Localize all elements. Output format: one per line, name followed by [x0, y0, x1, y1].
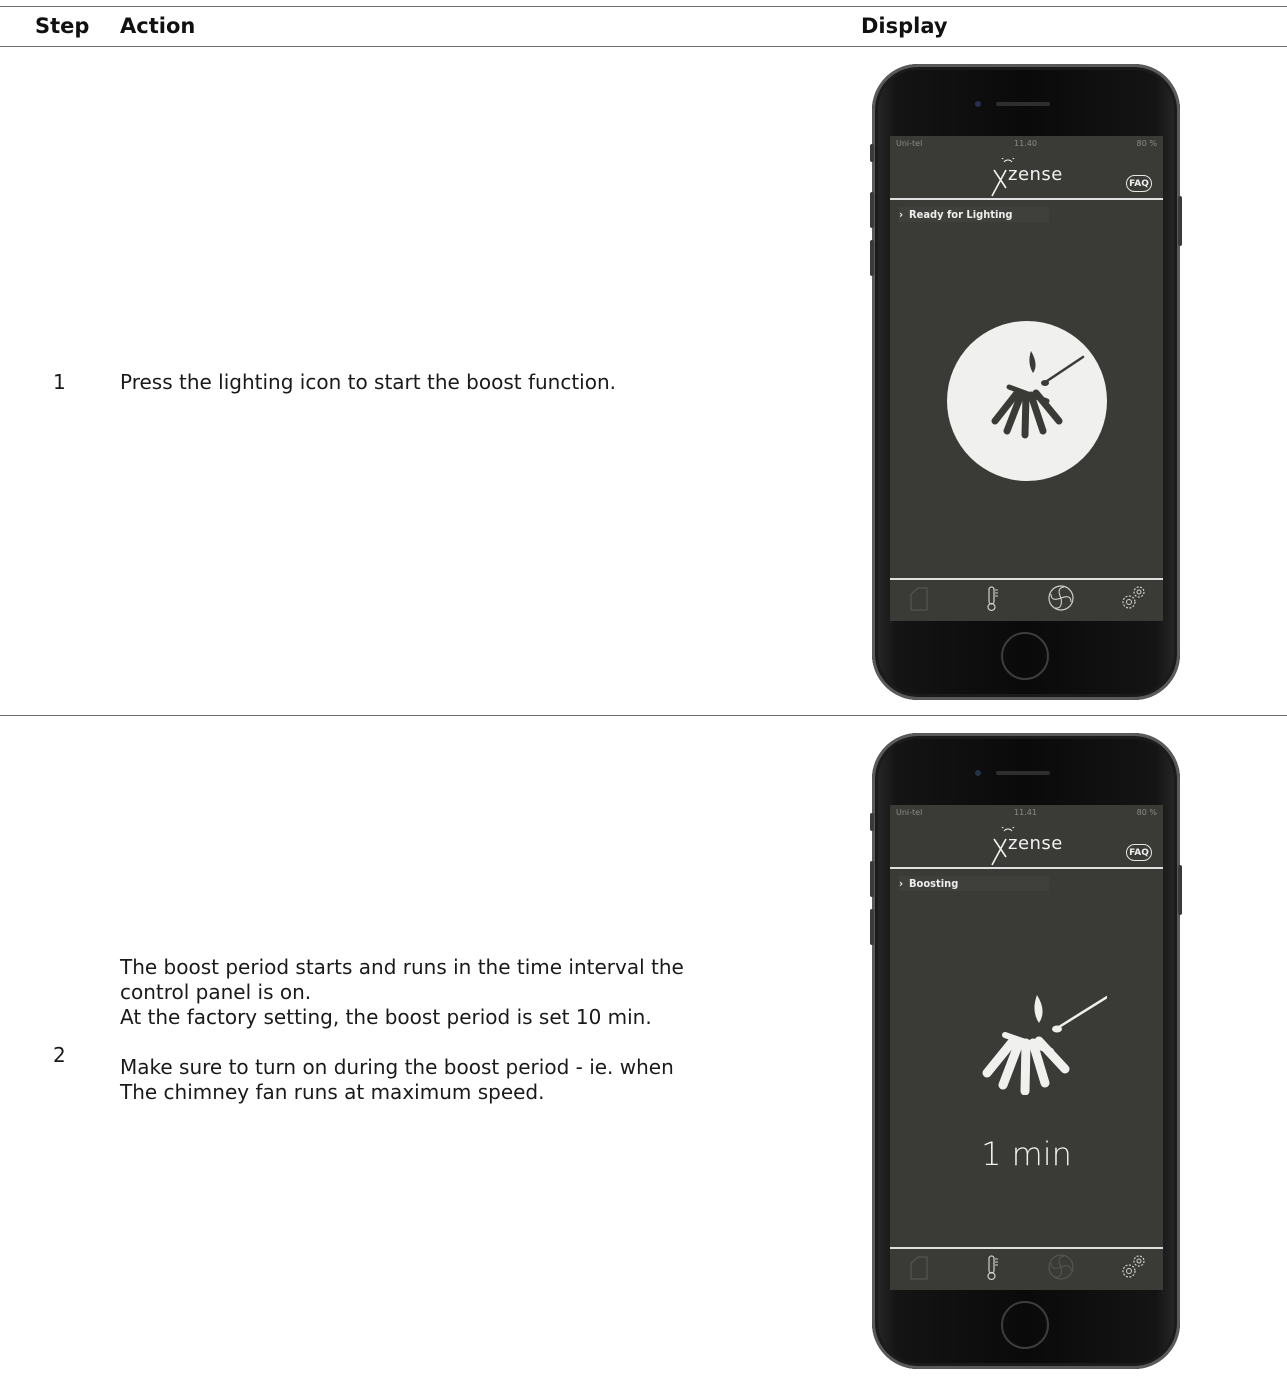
speaker — [996, 771, 1050, 775]
action-line: The boost period starts and runs in the … — [120, 955, 684, 979]
tab-settings[interactable] — [1118, 1251, 1148, 1283]
chevron-right-icon: › — [899, 877, 904, 890]
tab-fan[interactable] — [1046, 582, 1076, 614]
tab-temperature[interactable] — [978, 1251, 1008, 1283]
status-message-text: Boosting — [909, 877, 959, 890]
fan-icon — [1048, 1254, 1074, 1280]
thermometer-icon — [987, 586, 998, 612]
tab-settings[interactable] — [1118, 582, 1148, 614]
lighting-button[interactable] — [947, 321, 1107, 481]
status-bar: Uni-tel 11.41 80 % — [890, 805, 1163, 821]
header-action: Action — [120, 14, 196, 38]
header-display: Display — [861, 14, 948, 38]
action-line: The chimney fan runs at maximum speed. — [120, 1080, 545, 1104]
battery-label: 80 % — [1136, 139, 1157, 148]
home-button[interactable] — [1001, 632, 1049, 680]
phone-frame-2: Uni-tel 11.41 80 % zense FAQ › Boosting — [870, 733, 1182, 1369]
step-number-2: 2 — [53, 1043, 66, 1067]
tab-temperature[interactable] — [978, 582, 1008, 614]
volume-up — [870, 861, 874, 897]
step-number-1: 1 — [53, 370, 66, 394]
battery-label: 80 % — [1136, 808, 1157, 817]
home-icon — [910, 1256, 928, 1280]
phone-frame-1: Uni-tel 11.40 80 % zense FAQ › Ready for … — [870, 64, 1182, 700]
action-line: control panel is on. — [120, 980, 312, 1004]
boosting-fire-graphic — [947, 955, 1107, 1095]
power-button — [1178, 865, 1182, 915]
faq-button[interactable]: FAQ — [1126, 175, 1152, 192]
boost-timer: 1 min — [981, 1135, 1072, 1173]
power-button — [1178, 196, 1182, 246]
fire-lighting-icon — [982, 995, 1107, 1095]
volume-down — [870, 909, 874, 945]
status-message-text: Ready for Lighting — [909, 208, 1013, 221]
logo-text: zense — [1008, 164, 1063, 185]
speaker — [996, 102, 1050, 106]
header-step: Step — [35, 14, 90, 38]
tabbar-divider — [890, 578, 1163, 580]
xzense-logo: zense — [990, 824, 1070, 867]
status-message: › Ready for Lighting — [899, 207, 1049, 222]
clock: 11.40 — [1014, 139, 1037, 148]
volume-up — [870, 192, 874, 228]
status-bar: Uni-tel 11.40 80 % — [890, 136, 1163, 152]
clock: 11.41 — [1014, 808, 1037, 817]
chevron-right-icon: › — [899, 208, 904, 221]
logo-text: zense — [1008, 833, 1063, 854]
fire-lighting-icon — [991, 351, 1085, 439]
header-divider — [890, 198, 1163, 200]
home-icon — [910, 587, 928, 611]
camera — [975, 770, 981, 776]
tab-fan[interactable] — [1046, 1251, 1076, 1283]
action-text-2: The boost period starts and runs in the … — [120, 955, 720, 1105]
side-button — [870, 144, 874, 162]
action-line: At the factory setting, the boost period… — [120, 1005, 652, 1029]
xzense-logo: zense — [990, 155, 1070, 198]
app-screen: Uni-tel 11.41 80 % zense FAQ › Boosting — [890, 805, 1163, 1290]
volume-down — [870, 240, 874, 276]
side-button — [870, 813, 874, 831]
camera — [975, 101, 981, 107]
status-message: › Boosting — [899, 876, 1049, 891]
action-text-1: Press the lighting icon to start the boo… — [120, 370, 720, 395]
header-divider — [890, 867, 1163, 869]
action-line: Press the lighting icon to start the boo… — [120, 370, 617, 394]
app-screen: Uni-tel 11.40 80 % zense FAQ › Ready for … — [890, 136, 1163, 621]
faq-button[interactable]: FAQ — [1126, 844, 1152, 861]
header-rule — [0, 46, 1287, 47]
home-button[interactable] — [1001, 1301, 1049, 1349]
thermometer-icon — [987, 1255, 998, 1281]
tabbar-divider — [890, 1247, 1163, 1249]
settings-icon — [1122, 1255, 1145, 1278]
tab-home[interactable] — [904, 1251, 934, 1283]
tab-home[interactable] — [904, 582, 934, 614]
settings-icon — [1122, 586, 1145, 609]
carrier-label: Uni-tel — [896, 139, 923, 148]
fan-icon — [1048, 585, 1074, 611]
row-rule — [0, 715, 1287, 716]
top-rule — [0, 6, 1287, 7]
action-line: Make sure to turn on during the boost pe… — [120, 1055, 674, 1079]
carrier-label: Uni-tel — [896, 808, 923, 817]
